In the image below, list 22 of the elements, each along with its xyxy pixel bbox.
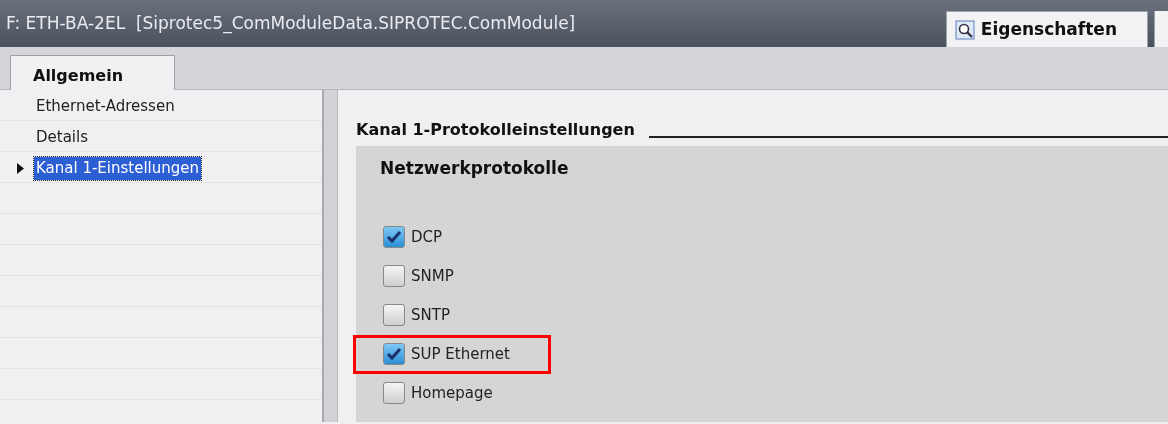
check-mark-icon [386, 230, 402, 244]
sidebar-item[interactable]: Ethernet-Adressen [34, 95, 177, 118]
checkbox[interactable] [383, 304, 405, 326]
general-tab[interactable]: Allgemein [10, 55, 175, 90]
checkbox[interactable] [383, 382, 405, 404]
section-title: Kanal 1-Protokolleinstellungen [356, 119, 635, 141]
expand-arrow-icon[interactable] [16, 163, 24, 174]
checkbox-label: SNTP [411, 304, 450, 326]
sidebar-item[interactable]: Kanal 1-Einstellungen [34, 157, 202, 180]
checkbox-label: SNMP [411, 265, 454, 287]
checkbox[interactable] [383, 265, 405, 287]
checkbox-label: Homepage [411, 382, 493, 404]
checkbox[interactable] [383, 226, 405, 248]
check-mark-icon [386, 347, 402, 361]
checkbox-label: SUP Ethernet [411, 343, 510, 365]
sidebar-item[interactable]: Details [34, 126, 90, 149]
group-title: Netzwerkprotokolle [380, 157, 570, 180]
checkbox[interactable] [383, 343, 405, 365]
properties-tab[interactable]: Eigenschaften [945, 11, 1148, 47]
window-title: F: ETH-BA-2EL [Siprotec5_ComModuleData.SIPROTEC.ComModule] [5, 11, 577, 36]
checkbox-label: DCP [411, 226, 443, 248]
magnifier-icon [954, 19, 975, 40]
